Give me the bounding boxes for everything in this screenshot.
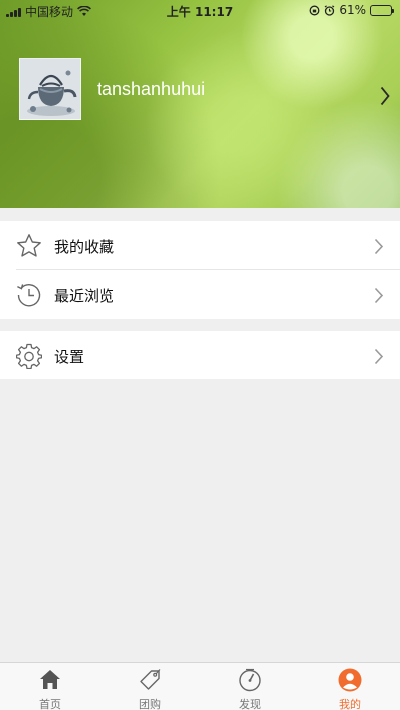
battery-icon: [370, 4, 394, 16]
tab-discover[interactable]: 发现: [200, 663, 300, 710]
menu-item-recent[interactable]: 最近浏览: [0, 270, 400, 319]
chevron-right-icon: [374, 287, 384, 304]
chevron-right-icon: [374, 348, 384, 365]
tab-label: 首页: [39, 698, 61, 710]
rotation-lock-icon: [309, 5, 320, 15]
tab-home[interactable]: 首页: [0, 663, 100, 710]
profile-header[interactable]: 中国移动 上午 11:17 61% tanshanhuhui: [0, 0, 400, 208]
battery-percent: 61%: [339, 3, 366, 17]
avatar-teapot-image: [20, 59, 80, 119]
home-icon: [40, 670, 60, 689]
tag-icon: [140, 669, 161, 690]
alarm-icon: [324, 4, 335, 16]
chevron-right-icon[interactable]: [380, 86, 390, 106]
tab-label: 发现: [239, 698, 261, 710]
username[interactable]: tanshanhuhui: [97, 79, 205, 100]
user-icon: [338, 668, 362, 692]
tab-groupbuy[interactable]: 团购: [100, 663, 200, 710]
history-clock-icon: [17, 284, 41, 307]
compass-icon: [239, 668, 261, 692]
tab-mine[interactable]: 我的: [300, 663, 400, 710]
tab-label: 我的: [339, 698, 361, 710]
menu-group-settings: 设置: [0, 331, 400, 379]
gear-icon: [16, 343, 42, 369]
menu-label-favorites: 我的收藏: [54, 238, 115, 256]
tab-bar: 首页 团购 发现 我的: [0, 662, 400, 710]
tab-label: 团购: [139, 698, 161, 710]
star-icon: [17, 234, 41, 257]
avatar[interactable]: [19, 58, 81, 120]
status-bar: 中国移动 上午 11:17 61%: [0, 0, 400, 20]
chevron-right-icon: [374, 238, 384, 255]
menu-item-settings[interactable]: 设置: [0, 331, 400, 380]
menu-label-recent: 最近浏览: [54, 287, 115, 305]
menu-item-favorites[interactable]: 我的收藏: [0, 221, 400, 270]
menu-group-main: 我的收藏 最近浏览: [0, 221, 400, 319]
menu-label-settings: 设置: [54, 348, 85, 366]
